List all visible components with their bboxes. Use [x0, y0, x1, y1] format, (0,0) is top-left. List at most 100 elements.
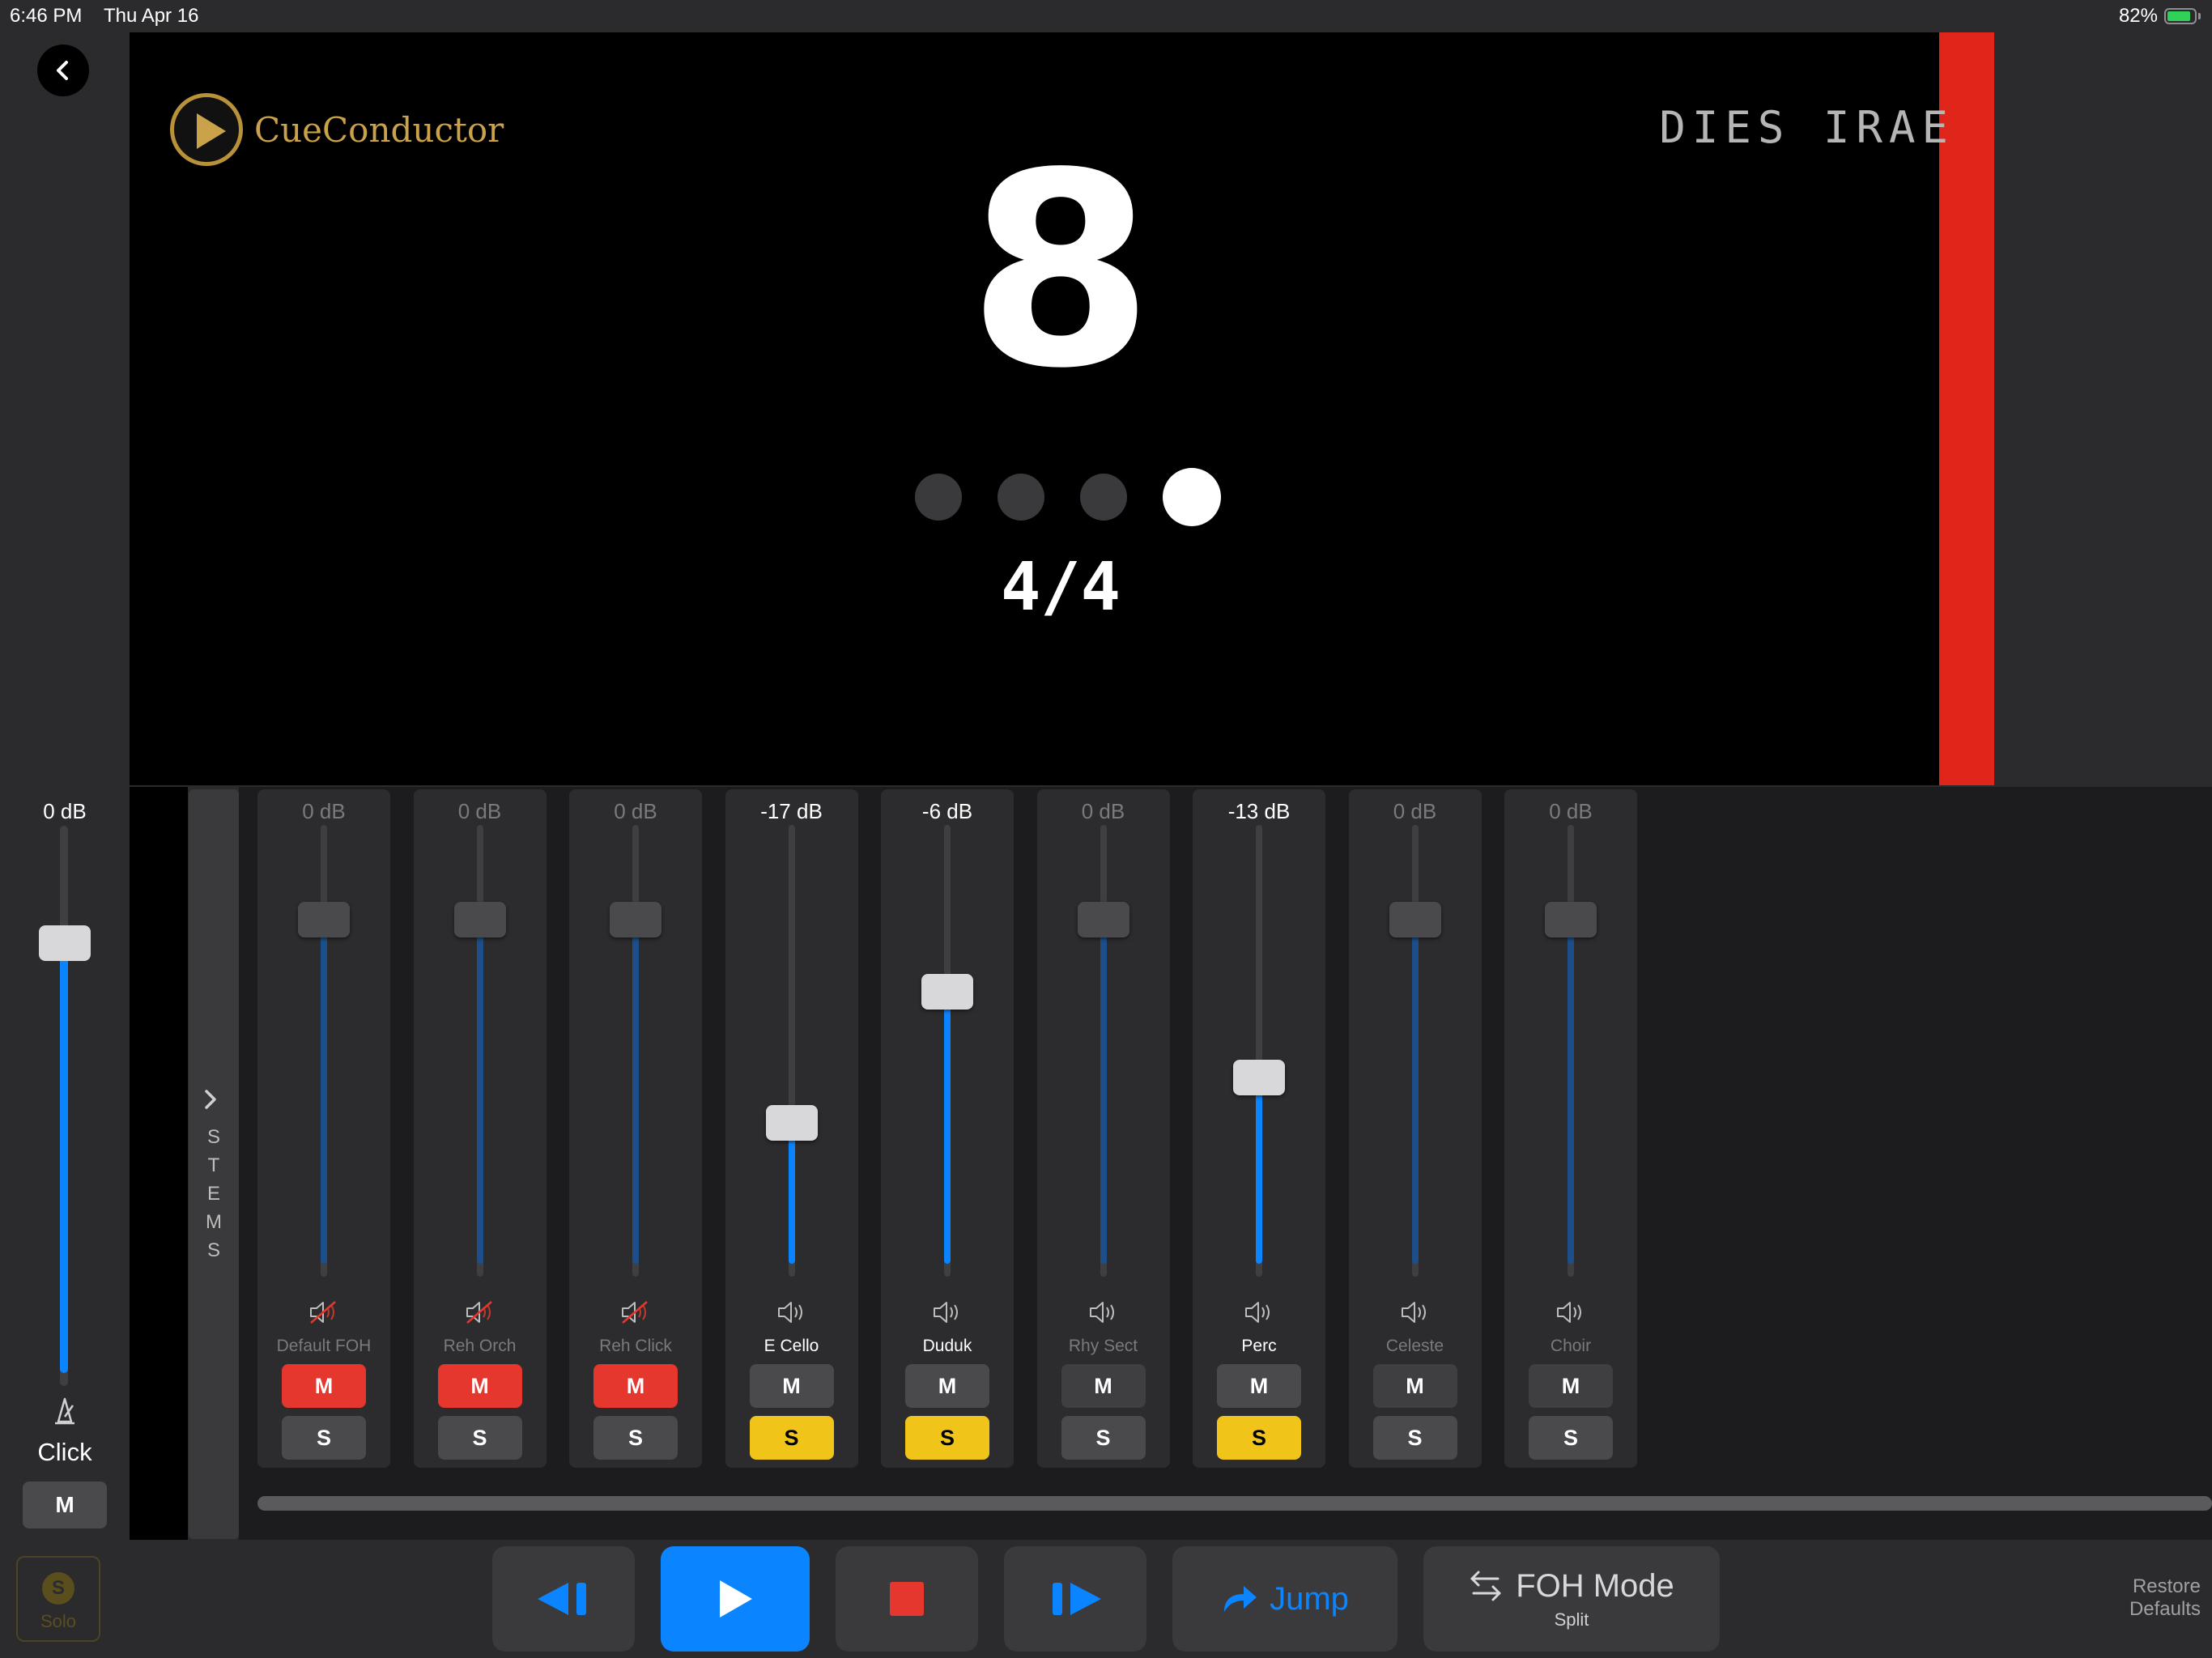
- speaker-icon: [1399, 1299, 1431, 1325]
- time-signature: 4/4: [1000, 549, 1121, 626]
- mixer-divider: [130, 787, 188, 1540]
- click-fader-level: [60, 943, 68, 1373]
- fader-handle[interactable]: [1233, 1060, 1285, 1096]
- channel-strip: 0 dB Rhy Sect M S: [1036, 789, 1170, 1468]
- mute-button[interactable]: M: [749, 1364, 834, 1408]
- speaker-muted-icon: [308, 1299, 340, 1325]
- channel-db-readout: -13 dB: [1227, 799, 1291, 823]
- solo-button[interactable]: S: [593, 1416, 678, 1460]
- speaker-icon: [1087, 1299, 1120, 1325]
- solo-button[interactable]: S: [905, 1416, 989, 1460]
- fader-handle[interactable]: [921, 974, 973, 1010]
- jump-label: Jump: [1270, 1580, 1349, 1617]
- beat-indicator: [915, 468, 1221, 526]
- mute-button[interactable]: M: [1372, 1364, 1457, 1408]
- channel-label: E Cello: [764, 1337, 819, 1355]
- solo-button[interactable]: S: [1529, 1416, 1613, 1460]
- channel-db-readout: -6 dB: [921, 799, 973, 823]
- back-button[interactable]: [37, 45, 89, 96]
- speaker-muted-icon: [619, 1299, 652, 1325]
- beat-dot: [998, 474, 1044, 521]
- logo-icon: [170, 93, 243, 166]
- skip-back-icon: [538, 1583, 586, 1615]
- logo-text: CueConductor: [254, 109, 504, 150]
- solo-badge: S: [42, 1572, 74, 1605]
- jump-button[interactable]: Jump: [1172, 1546, 1397, 1652]
- click-mute-button[interactable]: M: [23, 1482, 107, 1528]
- channel-label: Perc: [1241, 1337, 1277, 1355]
- click-fader-handle[interactable]: [39, 925, 91, 962]
- mute-button[interactable]: M: [282, 1364, 366, 1408]
- foh-mode-button[interactable]: FOH Mode Split: [1423, 1546, 1720, 1652]
- solo-button[interactable]: S: [282, 1416, 366, 1460]
- mute-button[interactable]: M: [1529, 1364, 1613, 1408]
- beat-dot: [1163, 468, 1221, 526]
- channel-db-readout: 0 dB: [302, 799, 346, 823]
- channel-label: Reh Click: [599, 1337, 672, 1355]
- jump-arrow-icon: [1224, 1586, 1257, 1612]
- swap-arrows-icon: [1470, 1571, 1501, 1601]
- channel-db-readout: 0 dB: [1549, 799, 1593, 823]
- channel-db-readout: -17 dB: [760, 799, 823, 823]
- channel-label: Rhy Sect: [1068, 1337, 1138, 1355]
- fader-level: [1256, 1078, 1262, 1264]
- fader-handle[interactable]: [453, 902, 506, 938]
- solo-button[interactable]: S: [1372, 1416, 1457, 1460]
- horizontal-scrollbar[interactable]: [257, 1496, 2212, 1511]
- channel-label: Celeste: [1385, 1337, 1444, 1355]
- channel-strip: -17 dB E Cello M S: [725, 789, 858, 1468]
- solo-button[interactable]: S: [1061, 1416, 1146, 1460]
- channel-strip: 0 dB Celeste M S: [1348, 789, 1482, 1468]
- fader-handle[interactable]: [610, 902, 661, 938]
- restore-defaults-button[interactable]: Restore Defaults: [2129, 1575, 2201, 1621]
- next-cue-button[interactable]: [1004, 1546, 1146, 1652]
- mute-button[interactable]: M: [593, 1364, 678, 1408]
- skip-forward-icon: [1053, 1583, 1101, 1615]
- previous-cue-button[interactable]: [492, 1546, 635, 1652]
- stop-icon: [890, 1582, 924, 1616]
- mute-button[interactable]: M: [1061, 1364, 1146, 1408]
- channel-db-readout: 0 dB: [614, 799, 657, 823]
- solo-button[interactable]: S: [749, 1416, 834, 1460]
- click-db-readout: 0 dB: [43, 799, 87, 823]
- channel-label: Default FOH: [276, 1337, 372, 1355]
- solo-button[interactable]: S: [1217, 1416, 1301, 1460]
- play-button[interactable]: [661, 1546, 810, 1652]
- foh-mode-sub: Split: [1554, 1609, 1589, 1630]
- solo-label: Solo: [40, 1611, 77, 1631]
- mute-button[interactable]: M: [437, 1364, 522, 1408]
- channel-label: Choir: [1550, 1337, 1592, 1355]
- mute-button[interactable]: M: [905, 1364, 989, 1408]
- stems-tab[interactable]: S T E M S: [189, 789, 239, 1539]
- channel-strip: -6 dB Duduk M S: [881, 789, 1014, 1468]
- solo-button[interactable]: S: [437, 1416, 522, 1460]
- channel-strip: 0 dB Default FOH M S: [257, 789, 390, 1468]
- bar-number: 8: [968, 116, 1154, 427]
- speaker-icon: [776, 1299, 808, 1325]
- play-icon: [720, 1580, 752, 1618]
- fader-handle[interactable]: [298, 902, 350, 938]
- fader-level: [476, 920, 483, 1264]
- fader-handle[interactable]: [1077, 902, 1129, 938]
- battery-percent: 82%: [2118, 5, 2158, 27]
- solo-toggle-button[interactable]: S Solo: [16, 1556, 100, 1642]
- fader-handle[interactable]: [1389, 902, 1441, 938]
- fader-level: [1411, 920, 1419, 1264]
- status-date: Thu Apr 16: [104, 5, 199, 27]
- fader-handle[interactable]: [1545, 902, 1597, 938]
- fader-level: [1568, 920, 1574, 1264]
- app-logo: CueConductor: [170, 93, 504, 166]
- battery-icon: [2164, 8, 2197, 24]
- speaker-muted-icon: [464, 1299, 496, 1325]
- fader-handle[interactable]: [765, 1105, 818, 1141]
- battery-indicator: 82%: [2119, 5, 2201, 28]
- click-label: Click: [37, 1438, 92, 1466]
- beat-dot: [1080, 474, 1127, 521]
- fader-level: [632, 920, 639, 1264]
- speaker-icon: [1243, 1299, 1275, 1325]
- channel-strip: 0 dB Choir M S: [1504, 789, 1637, 1468]
- channel-db-readout: 0 dB: [1393, 799, 1437, 823]
- mute-button[interactable]: M: [1217, 1364, 1301, 1408]
- foh-mode-label: FOH Mode: [1516, 1567, 1674, 1604]
- stop-button[interactable]: [836, 1546, 978, 1652]
